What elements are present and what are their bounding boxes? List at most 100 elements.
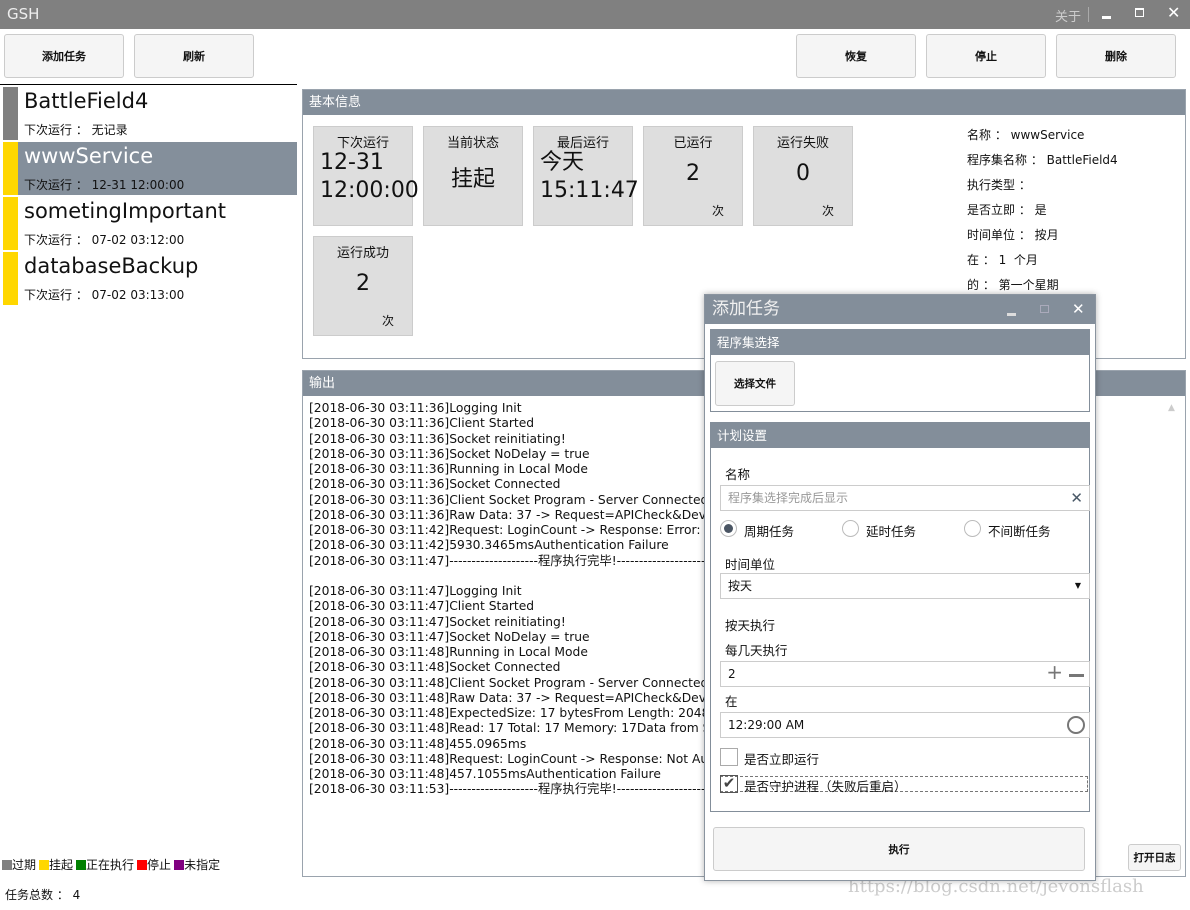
log-line: [2018-06-30 03:11:36]Running in Local Mo… <box>309 462 588 476</box>
info-line: 是否立即 ： 是 <box>967 203 1047 217</box>
dialog-title-bar: 添加任务 ✕ <box>705 295 1095 324</box>
open-log-button[interactable]: 打开日志 <box>1128 844 1181 871</box>
legend-swatch <box>39 859 50 870</box>
info-line: 名称 ： wwwService <box>967 128 1085 142</box>
log-line: [2018-06-30 03:11:36]Socket Connected <box>309 477 561 492</box>
name-placeholder: 程序集选择完成后显示 <box>728 491 849 505</box>
status-color-bar <box>3 252 18 305</box>
close-icon[interactable]: ✕ <box>1072 295 1085 324</box>
dialog-title: 添加任务 <box>712 299 780 319</box>
info-line: 的 ： 第一个星期 <box>967 278 1059 292</box>
log-line: [2018-06-30 03:11:36]Socket reinitiating… <box>309 431 566 446</box>
title-bar: GSH 关于 ✕ <box>0 0 1190 29</box>
tile-unit: 次 <box>381 314 394 328</box>
immediate-label: 是否立即运行 <box>744 752 820 767</box>
minimize-icon[interactable] <box>1007 313 1016 316</box>
legend-item: 停止 <box>137 856 171 873</box>
resume-button[interactable]: 恢复 <box>796 34 916 78</box>
log-line: [2018-06-30 03:11:48]Read: 17 Total: 17 … <box>309 721 705 736</box>
stat-tile: 当前状态 挂起 <box>423 126 523 226</box>
delete-button[interactable]: 删除 <box>1056 34 1176 78</box>
stop-button[interactable]: 停止 <box>926 34 1046 78</box>
add-task-button[interactable]: 添加任务 <box>4 34 124 78</box>
time-unit-value: 按天 <box>728 579 753 593</box>
plan-section: 计划设置 名称 程序集选择完成后显示 ✕ 周期任务 延时任务 不间断任务 时间单位 按… <box>710 422 1090 812</box>
every-days-value: 2 <box>728 667 736 681</box>
stat-tile: 已运行 2 次 <box>643 126 743 226</box>
log-line: [2018-06-30 03:11:48]Raw Data: 37 -> Req… <box>309 690 705 705</box>
legend-item: 挂起 <box>39 856 73 873</box>
tile-unit: 次 <box>821 204 834 218</box>
minus-icon[interactable] <box>1069 674 1084 677</box>
info-line: 程序集名称 ： BattleField4 <box>967 153 1118 167</box>
tile-value: 12-31 12:00:00 <box>320 150 419 203</box>
info-line: 时间单位 ： 按月 <box>967 228 1059 242</box>
choose-file-button[interactable]: 选择文件 <box>715 361 795 406</box>
log-line: [2018-06-30 03:11:42]Request: LoginCount… <box>309 523 705 537</box>
clear-icon[interactable]: ✕ <box>1070 486 1083 510</box>
minimize-icon[interactable] <box>1102 16 1111 19</box>
task-next-run: 下次运行 ： 无记录 <box>24 123 128 137</box>
scroll-up-icon[interactable]: ▲ <box>1168 403 1175 413</box>
info-line: 在 ： 1 个月 <box>967 253 1038 267</box>
daily-label: 按天执行 <box>725 618 776 633</box>
radio-1[interactable] <box>720 520 737 537</box>
clock-icon[interactable] <box>1067 716 1085 734</box>
log-line: [2018-06-30 03:11:48]Socket Connected <box>309 660 561 675</box>
tile-value: 0 <box>796 161 810 186</box>
log-line: [2018-06-30 03:11:36]Socket NoDelay = tr… <box>309 446 590 461</box>
radio-label: 不间断任务 <box>988 524 1051 539</box>
task-next-run: 下次运行 ： 07-02 03:12:00 <box>24 233 185 247</box>
log-line: [2018-06-30 03:11:48]Running in Local Mo… <box>309 645 588 659</box>
maximize-icon[interactable] <box>1135 8 1144 17</box>
status-color-bar <box>3 197 18 250</box>
log-line: [2018-06-30 03:11:47]-------------------… <box>309 553 705 568</box>
task-total: 任务总数 ： 4 <box>5 888 81 902</box>
assembly-section: 程序集选择 选择文件 <box>710 329 1090 412</box>
plan-header: 计划设置 <box>711 423 1089 448</box>
guard-checkbox[interactable]: ✔ <box>720 775 738 793</box>
divider <box>1088 7 1089 22</box>
close-icon[interactable]: ✕ <box>1167 3 1180 22</box>
task-next-run: 下次运行 ： 07-02 03:13:00 <box>24 288 185 302</box>
tile-unit: 次 <box>711 204 724 218</box>
time-unit-select[interactable]: 按天 ▼ <box>720 573 1090 599</box>
add-task-dialog: 添加任务 ✕ 程序集选择 选择文件 计划设置 名称 程序集选择完成后显示 ✕ 周期… <box>704 294 1096 881</box>
basic-info-header: 基本信息 <box>303 90 1185 115</box>
task-item[interactable]: databaseBackup 下次运行 ： 07-02 03:13:00 <box>3 252 297 305</box>
log-line: [2018-06-30 03:11:47]Socket NoDelay = tr… <box>309 629 590 644</box>
task-item[interactable]: BattleField4 下次运行 ： 无记录 <box>3 87 297 140</box>
tile-value: 今天 15:11:47 <box>540 150 639 203</box>
log-line: [2018-06-30 03:11:36]Raw Data: 37 -> Req… <box>309 507 705 522</box>
about-link[interactable]: 关于 <box>1055 6 1081 25</box>
task-item[interactable]: wwwService 下次运行 ： 12-31 12:00:00 <box>3 142 297 195</box>
radio-3[interactable] <box>964 520 981 537</box>
every-days-stepper[interactable]: 2 + <box>720 660 1090 687</box>
at-label: 在 <box>725 694 738 709</box>
every-days-label: 每几天执行 <box>725 643 788 658</box>
log-line: [2018-06-30 03:11:47]Client Started <box>309 599 535 614</box>
refresh-button[interactable]: 刷新 <box>134 34 254 78</box>
stat-tile: 下次运行 12-31 12:00:00 <box>313 126 419 226</box>
app-title: GSH <box>7 5 40 23</box>
name-input[interactable]: 程序集选择完成后显示 ✕ <box>720 485 1090 511</box>
chevron-down-icon: ▼ <box>1074 581 1081 590</box>
legend-label: 过期 <box>12 858 37 872</box>
status-legend: 过期 挂起 正在执行 停止 未指定 <box>2 856 220 873</box>
task-name: wwwService <box>24 144 154 168</box>
legend-label: 正在执行 <box>86 858 135 872</box>
plus-icon[interactable]: + <box>1046 660 1063 684</box>
log-line: [2018-06-30 03:11:42]5930.3465msAuthenti… <box>309 538 669 553</box>
execute-button[interactable]: 执行 <box>713 827 1085 871</box>
log-line: [2018-06-30 03:11:48]Request: LoginCount… <box>309 751 705 766</box>
immediate-checkbox[interactable] <box>720 748 738 766</box>
tile-title: 运行成功 <box>336 246 389 261</box>
time-picker[interactable]: 12:29:00 AM <box>720 712 1090 738</box>
time-unit-label: 时间单位 <box>725 557 776 572</box>
stat-tile: 运行失败 0 次 <box>753 126 853 226</box>
task-next-run: 下次运行 ： 12-31 12:00:00 <box>24 178 185 192</box>
name-label: 名称 <box>725 467 751 482</box>
task-name: databaseBackup <box>24 254 199 278</box>
radio-2[interactable] <box>842 520 859 537</box>
task-item[interactable]: sometingImportant 下次运行 ： 07-02 03:12:00 <box>3 197 297 250</box>
